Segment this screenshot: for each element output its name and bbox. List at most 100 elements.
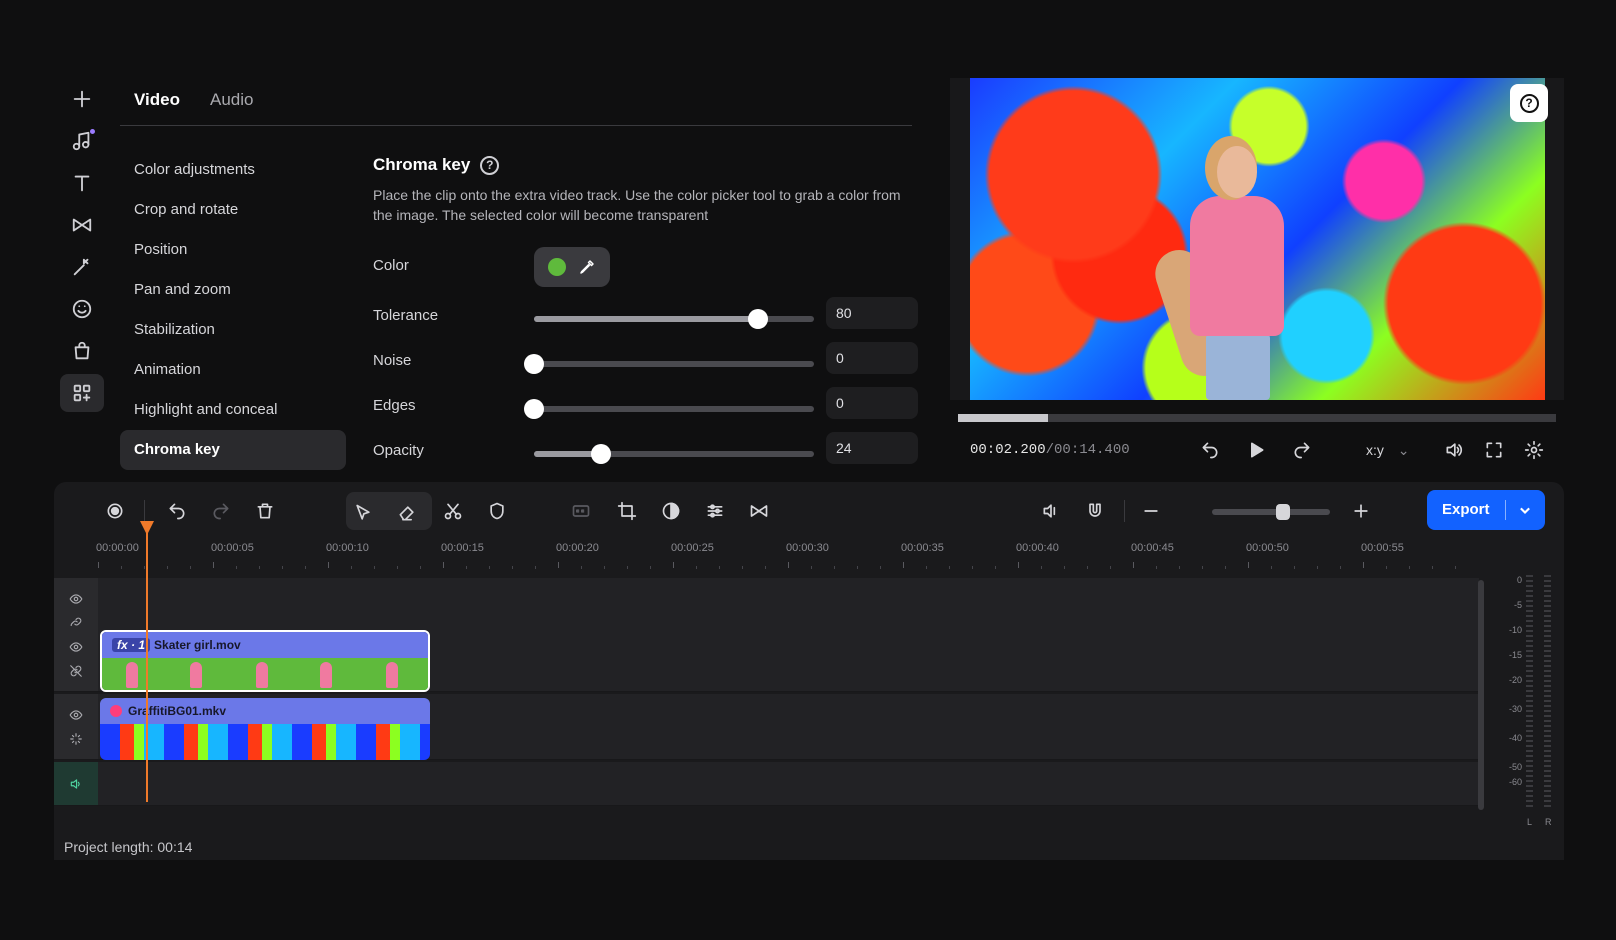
play-button[interactable] [1242, 436, 1270, 464]
help-icon[interactable]: ? [480, 155, 500, 175]
clip-skater-girl[interactable]: fx · 1 Skater girl.mov [100, 630, 430, 692]
menu-item-chroma-key[interactable]: Chroma key [120, 430, 346, 470]
timeline-ruler[interactable]: 00:00:00 00:00:05 00:00:10 00:00:15 00:00:20… [96, 540, 1518, 576]
ruler-tick [1432, 566, 1433, 569]
clip-title: fx · 1 Skater girl.mov [102, 632, 428, 658]
eye-icon[interactable] [69, 640, 83, 654]
eraser-tool-button[interactable] [390, 496, 424, 530]
detach-audio-button[interactable] [1034, 494, 1068, 528]
eye-icon[interactable] [69, 592, 83, 606]
noise-input[interactable]: 0 [826, 342, 918, 374]
adjust-button[interactable] [698, 494, 732, 528]
redo-button[interactable] [204, 494, 238, 528]
rewind-button[interactable] [1196, 436, 1224, 464]
noise-slider[interactable] [524, 354, 814, 374]
play-icon [1251, 442, 1264, 458]
chevron-down-icon[interactable] [1515, 500, 1535, 520]
main-video-track[interactable]: GraffitiBG01.mkv [54, 694, 1479, 760]
add-media-icon[interactable] [60, 80, 104, 118]
menu-item-stabilization[interactable]: Stabilization [120, 310, 346, 350]
ruler-tick-label: 00:00:10 [326, 542, 369, 554]
ruler-tick [857, 566, 858, 569]
tolerance-input[interactable]: 80 [826, 297, 918, 329]
tolerance-label: Tolerance [373, 307, 439, 324]
zoom-slider[interactable] [1212, 504, 1330, 520]
preview-help-button[interactable]: ? [1510, 84, 1548, 122]
playback-progress-bar[interactable] [958, 414, 1556, 422]
eye-icon[interactable] [69, 708, 83, 722]
ruler-tick [765, 566, 766, 569]
sticker-icon[interactable] [60, 290, 104, 328]
slider-thumb[interactable] [591, 444, 612, 464]
sparkle-icon[interactable] [69, 732, 83, 746]
magnet-icon [1089, 503, 1101, 517]
zoom-in-button[interactable] [1344, 494, 1378, 528]
edges-label: Edges [373, 397, 416, 414]
menu-item-highlight-conceal[interactable]: Highlight and conceal [120, 390, 346, 430]
text-icon[interactable] [60, 164, 104, 202]
tab-audio[interactable]: Audio [210, 84, 253, 125]
fullscreen-button[interactable] [1480, 436, 1508, 464]
menu-item-position[interactable]: Position [120, 230, 346, 270]
select-tool-button[interactable] [346, 496, 380, 530]
zoom-thumb[interactable] [1275, 504, 1290, 520]
opacity-input[interactable]: 24 [826, 432, 918, 464]
speaker-icon[interactable] [69, 777, 83, 791]
menu-item-pan-zoom[interactable]: Pan and zoom [120, 270, 346, 310]
transition-tool-button[interactable] [742, 494, 776, 528]
forward-button[interactable] [1288, 436, 1316, 464]
tab-video[interactable]: Video [134, 84, 180, 125]
audio-track[interactable] [54, 762, 1479, 806]
meter-bar-left [1526, 575, 1533, 807]
transition-icon[interactable] [60, 206, 104, 244]
tolerance-slider[interactable] [534, 309, 814, 329]
edges-slider[interactable] [524, 399, 814, 419]
undo-button[interactable] [160, 494, 194, 528]
clip-graffiti-bg[interactable]: GraffitiBG01.mkv [100, 698, 430, 760]
menu-item-crop-rotate[interactable]: Crop and rotate [120, 190, 346, 230]
edges-input[interactable]: 0 [826, 387, 918, 419]
aspect-ratio-select[interactable]: x:y ⌄ [1366, 442, 1410, 459]
playhead-line [146, 524, 148, 802]
magnet-button[interactable] [1078, 494, 1112, 528]
ruler-tick-label: 00:00:40 [1016, 542, 1059, 554]
color-button[interactable] [654, 494, 688, 528]
music-icon[interactable] [60, 122, 104, 160]
volume-button[interactable] [1440, 436, 1468, 464]
captions-button[interactable] [564, 494, 598, 528]
more-tools-icon[interactable] [60, 374, 104, 412]
magic-wand-icon[interactable] [60, 248, 104, 286]
menu-item-animation[interactable]: Animation [120, 350, 346, 390]
video-preview[interactable]: ? [950, 78, 1564, 400]
ruler-tick [466, 566, 467, 569]
color-picker-button[interactable] [534, 247, 610, 287]
slider-thumb[interactable] [524, 399, 544, 419]
unlink-icon[interactable] [69, 664, 83, 678]
export-button[interactable]: Export [1427, 490, 1545, 530]
marker-button[interactable] [480, 494, 514, 528]
crop-button[interactable] [610, 494, 644, 528]
shopping-bag-icon[interactable] [60, 332, 104, 370]
ruler-tick-label: 00:00:25 [671, 542, 714, 554]
ruler-tick [328, 562, 329, 568]
ruler-tick-label: 00:00:45 [1131, 542, 1174, 554]
tolerance-row: Tolerance 80 [373, 297, 918, 337]
opacity-slider[interactable] [534, 444, 814, 464]
ruler-tick [259, 566, 260, 569]
slider-thumb[interactable] [748, 309, 768, 329]
overlay-video-track[interactable]: fx · 1 Skater girl.mov [54, 626, 1479, 692]
delete-button[interactable] [248, 494, 282, 528]
player-settings-button[interactable] [1520, 436, 1548, 464]
playhead-handle[interactable] [139, 520, 155, 536]
split-button[interactable] [436, 494, 470, 528]
timeline-vertical-scrollbar[interactable] [1478, 580, 1484, 810]
meter-bar-right [1544, 575, 1551, 807]
record-button[interactable] [98, 494, 132, 528]
time-current: 00:02.200 [970, 442, 1046, 458]
ruler-tick [1064, 566, 1065, 569]
zoom-out-button[interactable] [1134, 494, 1168, 528]
menu-item-color-adjustments[interactable]: Color adjustments [120, 150, 346, 190]
slider-thumb[interactable] [524, 354, 544, 374]
ruler-tick [949, 566, 950, 569]
track-header [54, 694, 98, 759]
